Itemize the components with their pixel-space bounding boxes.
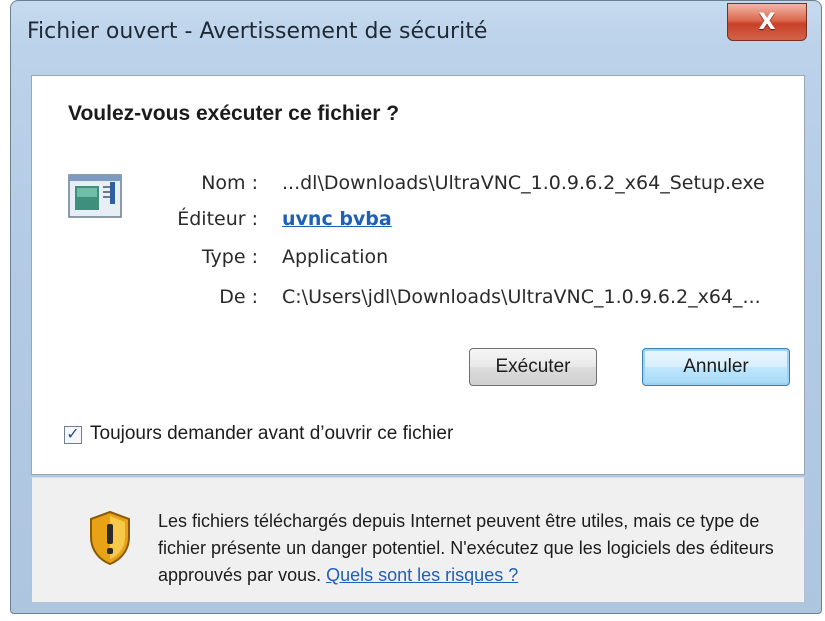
dialog-question: Voulez-vous exécuter ce fichier ? [68, 102, 400, 125]
shield-warning-icon [90, 510, 130, 566]
title-bar[interactable]: Fichier ouvert - Avertissement de sécuri… [11, 1, 821, 73]
checkmark-icon: ✓ [66, 426, 80, 443]
always-ask-label[interactable]: Toujours demander avant d’ouvrir ce fich… [90, 423, 453, 445]
close-icon: X [758, 9, 776, 35]
risks-link[interactable]: Quels sont les risques ? [326, 565, 518, 585]
window-title: Fichier ouvert - Avertissement de sécuri… [27, 19, 488, 44]
name-label: Nom : [201, 172, 258, 194]
warning-footer: Les fichiers téléchargés depuis Internet… [31, 477, 805, 603]
cancel-button[interactable]: Annuler [642, 348, 790, 386]
always-ask-checkbox[interactable]: ✓ [64, 426, 82, 444]
warning-message: Les fichiers téléchargés depuis Internet… [158, 508, 798, 589]
name-value: ...dl\Downloads\UltraVNC_1.0.9.6.2_x64_S… [282, 172, 765, 194]
publisher-link[interactable]: uvnc bvba [282, 208, 392, 230]
run-button[interactable]: Exécuter [469, 348, 597, 386]
publisher-label: Éditeur : [177, 208, 258, 230]
type-value: Application [282, 246, 389, 268]
security-warning-window: Fichier ouvert - Avertissement de sécuri… [10, 0, 822, 614]
from-value: C:\Users\jdl\Downloads\UltraVNC_1.0.9.6.… [282, 286, 761, 308]
dialog-content: Voulez-vous exécuter ce fichier ? Nom : … [31, 75, 805, 475]
from-label: De : [219, 286, 258, 308]
type-label: Type : [201, 246, 258, 268]
close-button[interactable]: X [727, 3, 807, 41]
